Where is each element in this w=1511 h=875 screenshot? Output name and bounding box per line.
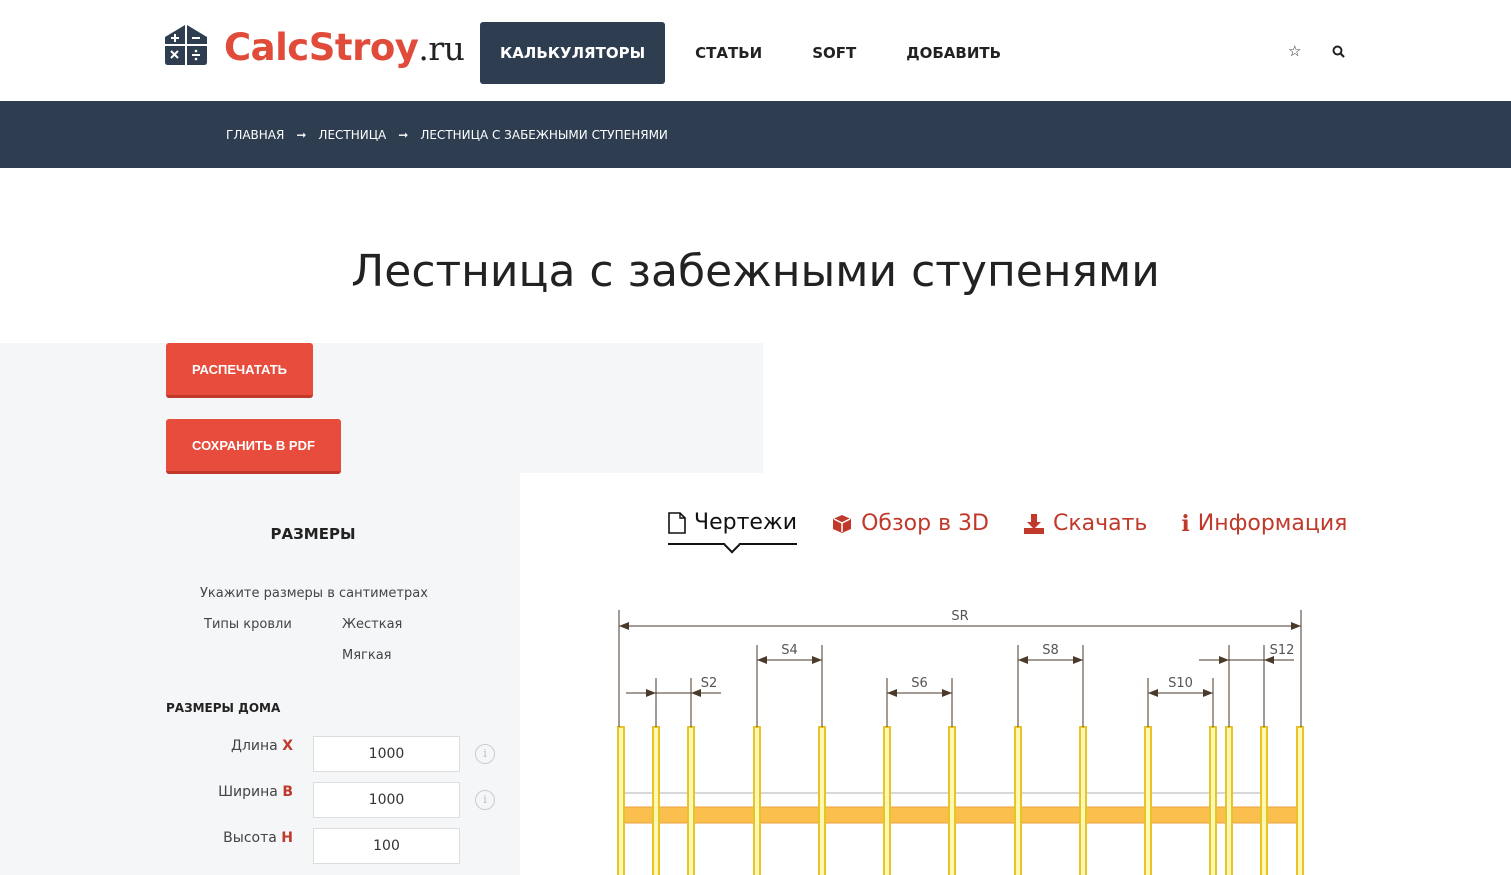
sidebar-bg: [0, 343, 763, 473]
rafter: [1260, 726, 1268, 875]
arrow-icon: ➞: [398, 127, 409, 142]
dim-label: S6: [911, 676, 928, 691]
rafter: [652, 726, 660, 875]
form-title: РАЗМЕРЫ: [270, 525, 356, 543]
rafter: [1014, 726, 1022, 875]
length-label: Длина X: [231, 738, 293, 754]
nav-articles[interactable]: СТАТЬИ: [675, 22, 782, 84]
nav-calculators[interactable]: КАЛЬКУЛЯТОРЫ: [480, 22, 666, 84]
rafter: [883, 726, 891, 875]
info-icon[interactable]: i: [475, 744, 495, 764]
tab-drawings[interactable]: Чертежи: [668, 510, 798, 545]
breadcrumb-stairs[interactable]: ЛЕСТНИЦА: [318, 128, 386, 142]
length-input[interactable]: [313, 736, 460, 772]
view-tabs: Чертежи Обзор в 3D Скачать i Информация: [668, 510, 1347, 545]
breadcrumb-current: ЛЕСТНИЦА С ЗАБЕЖНЫМИ СТУПЕНЯМИ: [420, 127, 668, 142]
rafter: [687, 726, 695, 875]
dim-label: S12: [1270, 643, 1295, 658]
arrow-icon: ➞: [296, 127, 307, 142]
width-input[interactable]: [313, 782, 460, 818]
rafter: [1209, 726, 1217, 875]
rafter: [617, 726, 625, 875]
house-size-title: РАЗМЕРЫ ДОМА: [166, 701, 281, 715]
cube-icon: [833, 514, 852, 533]
rafter: [1079, 726, 1087, 875]
header: CalcStroy.ru КАЛЬКУЛЯТОРЫ СТАТЬИ SOFT ДО…: [0, 0, 1511, 101]
rafter: [818, 726, 826, 875]
file-icon: [668, 511, 686, 534]
tab-info[interactable]: i Информация: [1181, 510, 1347, 545]
rafter: [948, 726, 956, 875]
star-icon[interactable]: ☆: [1288, 42, 1301, 60]
roof-option-hard[interactable]: Жесткая: [342, 617, 402, 632]
rafter: [753, 726, 761, 875]
height-label: Высота H: [223, 830, 293, 846]
rafter: [1296, 726, 1304, 875]
width-label: Ширина B: [218, 784, 293, 800]
tab-3d[interactable]: Обзор в 3D: [831, 510, 989, 545]
info-icon[interactable]: i: [475, 790, 495, 810]
info-icon: i: [1181, 510, 1190, 537]
main-nav: КАЛЬКУЛЯТОРЫ СТАТЬИ SOFT ДОБАВИТЬ: [480, 22, 1031, 84]
print-button[interactable]: РАСПЕЧАТАТЬ: [166, 343, 314, 398]
nav-add[interactable]: ДОБАВИТЬ: [886, 22, 1021, 84]
dim-label: S2: [701, 676, 718, 691]
nav-soft[interactable]: SOFT: [792, 22, 876, 84]
logo-icon[interactable]: [165, 25, 207, 65]
save-pdf-button[interactable]: СОХРАНИТЬ В PDF: [166, 419, 341, 474]
form-hint: Укажите размеры в сантиметрах: [200, 586, 428, 601]
breadcrumb: ГЛАВНАЯ ➞ ЛЕСТНИЦА ➞ ЛЕСТНИЦА С ЗАБЕЖНЫМ…: [0, 101, 1511, 168]
dim-label-total: SR: [951, 609, 968, 624]
logo-text[interactable]: CalcStroy.ru: [224, 26, 465, 69]
rafter-drawing: SR S2 S4 S6 S8 S10 S12: [617, 609, 1304, 875]
height-input[interactable]: [313, 828, 460, 864]
dim-label: S8: [1042, 643, 1059, 658]
beam: [620, 806, 1302, 824]
rafter: [1144, 726, 1152, 875]
page-title: Лестница с забежными ступенями: [351, 246, 1160, 297]
tab-download[interactable]: Скачать: [1023, 510, 1147, 545]
rafter: [1225, 726, 1233, 875]
dim-label: S4: [781, 643, 798, 658]
dim-label: S10: [1168, 676, 1193, 691]
download-icon: [1023, 513, 1044, 534]
breadcrumb-home[interactable]: ГЛАВНАЯ: [226, 128, 284, 142]
roof-type-label: Типы кровли: [204, 617, 292, 632]
roof-option-soft[interactable]: Мягкая: [342, 648, 392, 663]
search-icon[interactable]: [1332, 45, 1345, 58]
